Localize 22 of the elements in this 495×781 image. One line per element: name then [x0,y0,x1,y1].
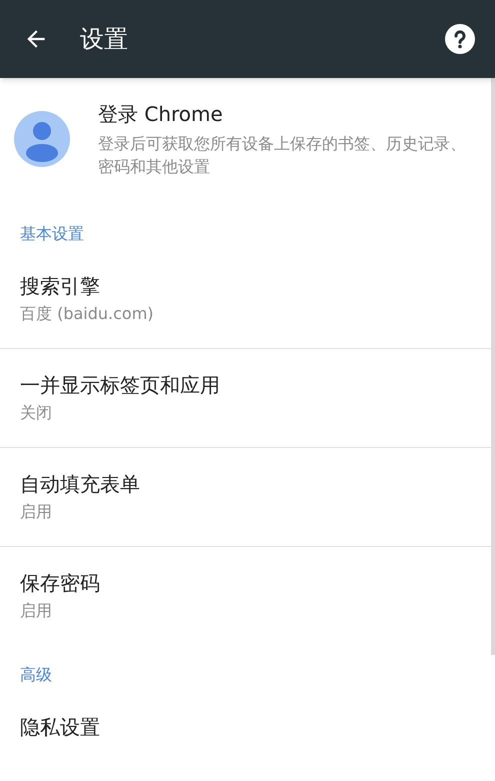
item-title: 搜索引擎 [20,273,101,300]
item-subtitle: 百度 (baidu.com) [20,303,155,325]
settings-item[interactable]: 搜索引擎 百度 (baidu.com) [0,250,495,349]
settings-item[interactable]: 一并显示标签页和应用 关闭 [0,349,495,448]
item-title: 自动填充表单 [20,471,141,498]
item-subtitle: 启用 [20,501,53,523]
page-title: 设置 [80,24,128,55]
help-icon[interactable] [445,24,475,54]
settings-item[interactable]: 隐私设置 [0,691,495,763]
sign-in-description: 登录后可获取您所有设备上保存的书签、历史记录、密码和其他设置 [98,133,467,178]
item-subtitle: 启用 [20,600,53,622]
settings-item[interactable]: 保存密码 启用 [0,547,495,645]
avatar-icon [14,111,70,167]
sign-in-row[interactable]: 登录 Chrome 登录后可获取您所有设备上保存的书签、历史记录、密码和其他设置 [0,78,495,204]
item-title: 保存密码 [20,570,101,597]
section-header: 高级 [19,664,53,686]
sign-in-title: 登录 Chrome [98,101,224,128]
section-header: 基本设置 [19,223,85,245]
settings-item[interactable]: 自动填充表单 启用 [0,448,495,547]
item-subtitle: 关闭 [20,402,53,424]
item-title: 隐私设置 [20,714,101,741]
item-title: 一并显示标签页和应用 [20,372,221,399]
